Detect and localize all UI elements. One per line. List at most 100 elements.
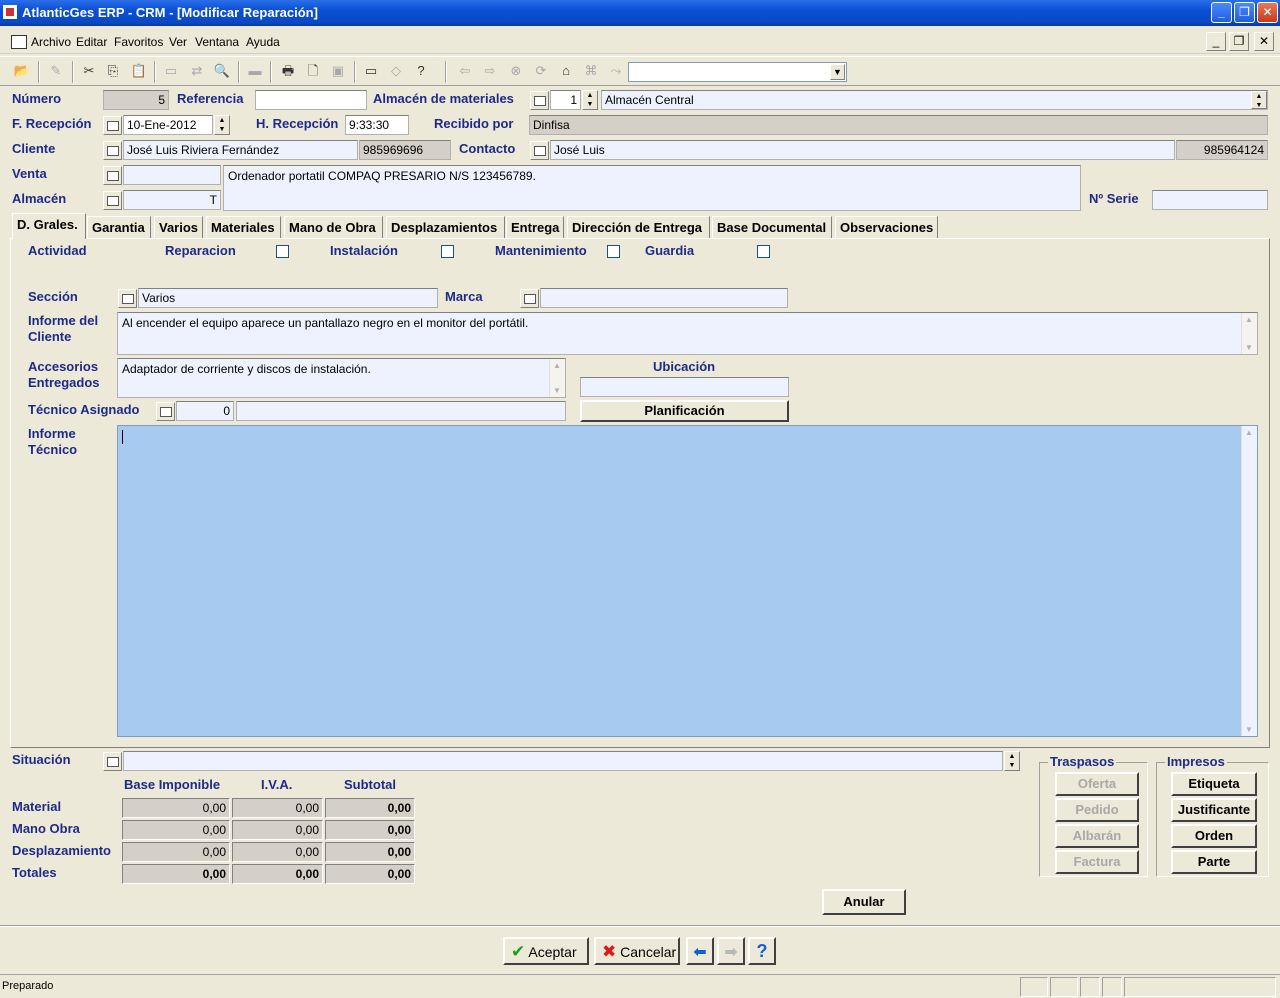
tab-materiales[interactable]: Materiales (206, 216, 281, 238)
menu-editar[interactable]: Editar (76, 35, 107, 49)
seccion-field[interactable]: Varios (138, 288, 438, 308)
mantenimiento-checkbox[interactable] (607, 245, 620, 258)
tag-icon[interactable]: ◇ (386, 62, 406, 80)
paste-icon[interactable]: 📋 (129, 62, 149, 80)
venta-field[interactable] (123, 165, 221, 185)
anular-button[interactable]: Anular (822, 889, 906, 915)
justificante-button[interactable]: Justificante (1171, 798, 1257, 822)
menu-archivo[interactable]: Archivo (31, 35, 71, 49)
pedido-button[interactable]: Pedido (1055, 798, 1139, 822)
marca-field[interactable] (540, 288, 788, 308)
tecnico-num[interactable]: 0 (176, 401, 234, 421)
menu-favoritos[interactable]: Favoritos (114, 35, 163, 49)
hrecepcion-field[interactable]: 9:33:30 (345, 115, 409, 135)
recibido-field[interactable]: Dinfisa (529, 115, 1268, 135)
menu-ayuda[interactable]: Ayuda (246, 35, 280, 49)
mdi-restore-button[interactable]: ❐ (1229, 32, 1249, 51)
serie-field[interactable] (1152, 190, 1268, 210)
tab-entrega[interactable]: Entrega (506, 216, 564, 238)
calendar-icon[interactable] (103, 116, 122, 135)
print-icon[interactable]: 🖶 (278, 62, 298, 80)
previous-arrow-icon[interactable]: ⬅ (686, 937, 714, 965)
minimize-button[interactable]: _ (1211, 2, 1232, 23)
orden-button[interactable]: Orden (1171, 824, 1257, 848)
network-icon[interactable]: ⌘ (581, 62, 601, 80)
spinner-icon[interactable]: ▲ ▼ (1251, 91, 1267, 109)
open-icon[interactable]: 📂 (12, 62, 32, 80)
cliente-field[interactable]: José Luis Riviera Fernández (123, 140, 358, 160)
frecepcion-field[interactable]: 10-Ene-2012 (123, 115, 213, 135)
print-preview-icon[interactable]: 🗋 (303, 62, 323, 80)
factura-button[interactable]: Factura (1055, 850, 1139, 874)
lookup-icon[interactable] (103, 191, 122, 210)
oferta-button[interactable]: Oferta (1055, 772, 1139, 796)
lookup-icon[interactable] (520, 289, 539, 308)
tab-varios[interactable]: Varios (154, 216, 203, 238)
scrollbar[interactable] (1241, 313, 1257, 354)
tab-garantia[interactable]: Garantia (87, 216, 151, 238)
cut-icon[interactable]: ✂ (79, 62, 99, 80)
almacen-materiales-field[interactable]: Almacén Central (601, 90, 1268, 110)
menu-ver[interactable]: Ver (169, 35, 187, 49)
lookup-icon[interactable] (530, 141, 549, 160)
spinner-icon[interactable]: ▲ ▼ (214, 115, 230, 135)
mdi-minimize-button[interactable]: _ (1206, 32, 1226, 51)
referencia-field[interactable] (255, 90, 367, 110)
spinner-icon[interactable]: ▲ ▼ (582, 90, 598, 110)
home-icon[interactable]: ⌂ (556, 62, 576, 80)
refresh-icon[interactable]: ⟳ (531, 62, 551, 80)
tab-d-grales[interactable]: D. Grales. (12, 213, 86, 239)
help-icon[interactable]: ? (748, 937, 776, 965)
tab-desplazamientos[interactable]: Desplazamientos (386, 216, 505, 238)
ubicacion-field[interactable] (580, 377, 789, 397)
lookup-icon[interactable] (103, 166, 122, 185)
tab-observaciones[interactable]: Observaciones (835, 216, 938, 238)
etiqueta-button[interactable]: Etiqueta (1171, 772, 1257, 796)
tab-base-documental[interactable]: Base Documental (712, 216, 832, 238)
monitor-icon[interactable]: ▭ (361, 62, 381, 80)
parte-button[interactable]: Parte (1171, 850, 1257, 874)
lookup-icon[interactable] (103, 141, 122, 160)
situacion-field[interactable] (123, 751, 1003, 771)
albaran-button[interactable]: Albarán (1055, 824, 1139, 848)
aceptar-button[interactable]: ✔ Aceptar (503, 937, 589, 965)
tab-direccion-entrega[interactable]: Dirección de Entrega (567, 216, 710, 238)
close-button[interactable]: ✕ (1257, 2, 1278, 23)
find-icon[interactable]: 🔍 (212, 62, 232, 80)
descripcion-field[interactable]: Ordenador portatil COMPAQ PRESARIO N/S 1… (223, 165, 1081, 211)
window-icon[interactable]: ▭ (161, 62, 181, 80)
almacen-materiales-num[interactable]: 1 (550, 90, 581, 110)
save-icon[interactable]: ▣ (328, 62, 348, 80)
link-icon[interactable]: ⤳ (606, 62, 626, 80)
next-arrow-icon[interactable]: ➡ (717, 937, 745, 965)
tab-mano-de-obra[interactable]: Mano de Obra (284, 216, 383, 238)
accesorios-field[interactable]: Adaptador de corriente y discos de insta… (117, 358, 566, 398)
informe-cliente-field[interactable]: Al encender el equipo aparece un pantall… (117, 312, 1258, 355)
stop-icon[interactable]: ⊗ (506, 62, 526, 80)
replace-icon[interactable]: ⇄ (187, 62, 207, 80)
toolbar-combo[interactable]: ▼ (628, 62, 847, 82)
restore-button[interactable]: ❐ (1234, 2, 1255, 23)
help-icon[interactable]: ? (411, 62, 431, 80)
tecnico-field[interactable] (236, 401, 566, 421)
numero-field[interactable]: 5 (103, 90, 169, 110)
copy-icon[interactable]: ⎘ (103, 62, 123, 80)
lookup-icon[interactable] (103, 752, 122, 771)
chevron-down-icon[interactable]: ▼ (830, 64, 845, 80)
scrollbar[interactable] (549, 359, 565, 397)
almacen-field[interactable]: T (123, 190, 221, 210)
lookup-icon[interactable] (118, 289, 137, 308)
spinner-icon[interactable]: ▲ ▼ (1004, 751, 1020, 771)
back-arrow-icon[interactable]: ⇦ (455, 62, 475, 80)
lookup-icon[interactable] (156, 402, 175, 421)
edit-icon[interactable]: ✎ (46, 62, 66, 80)
forward-arrow-icon[interactable]: ⇨ (480, 62, 500, 80)
instalacion-checkbox[interactable] (441, 245, 454, 258)
menu-ventana[interactable]: Ventana (195, 35, 239, 49)
guardia-checkbox[interactable] (757, 245, 770, 258)
contacto-field[interactable]: José Luis (550, 140, 1175, 160)
reparacion-checkbox[interactable] (276, 245, 289, 258)
mdi-close-button[interactable]: ✕ (1254, 32, 1274, 51)
informe-tecnico-field[interactable] (117, 425, 1258, 737)
lookup-icon[interactable] (530, 91, 549, 110)
